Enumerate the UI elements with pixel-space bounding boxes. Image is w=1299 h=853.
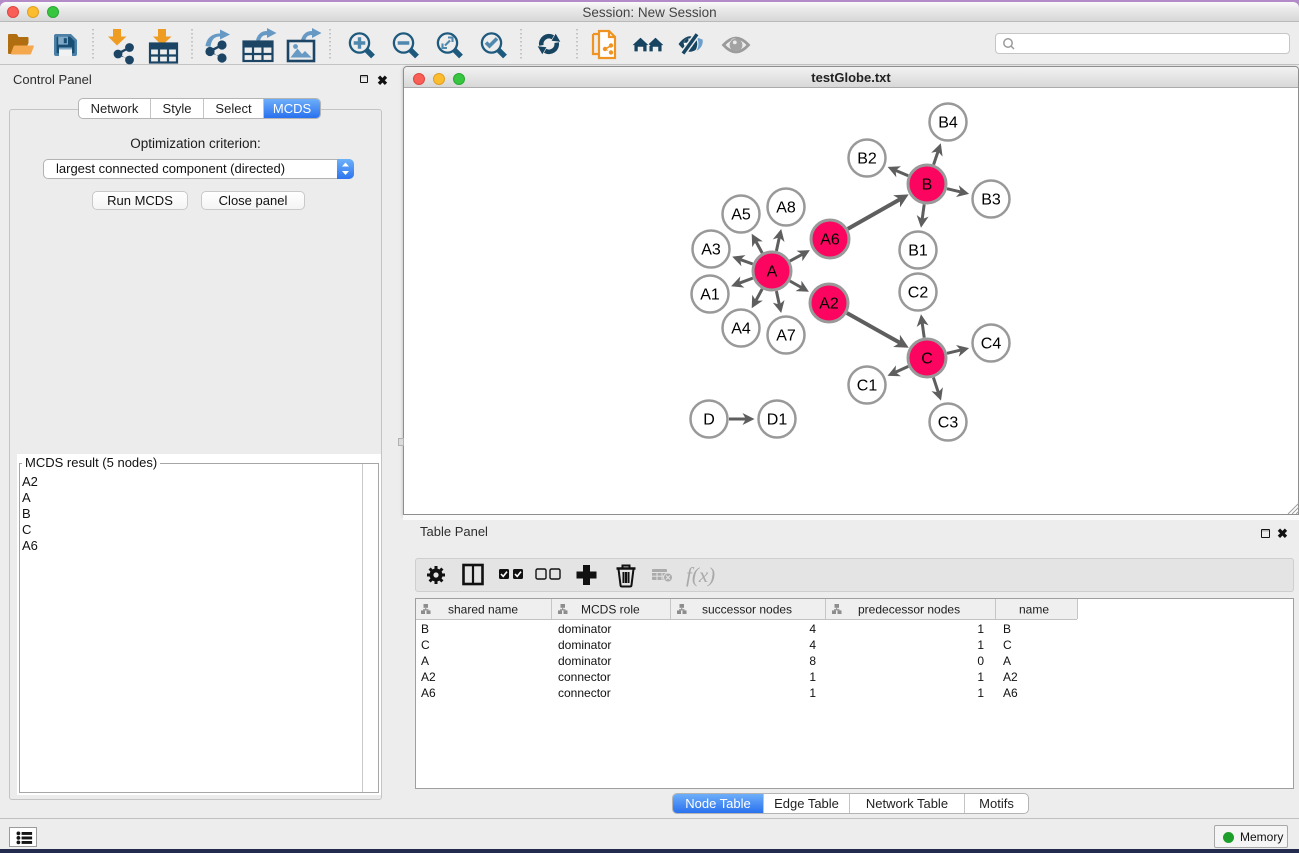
svg-text:1: 1 xyxy=(809,670,816,684)
svg-text:C1: C1 xyxy=(857,378,878,395)
svg-text:C4: C4 xyxy=(981,336,1002,353)
svg-text:1: 1 xyxy=(977,638,984,652)
svg-text:C: C xyxy=(1003,638,1012,652)
svg-text:A3: A3 xyxy=(701,242,721,259)
svg-text:dominator: dominator xyxy=(558,654,611,668)
svg-text:successor nodes: successor nodes xyxy=(702,603,792,617)
svg-text:1: 1 xyxy=(977,670,984,684)
svg-text:D: D xyxy=(703,412,715,429)
svg-text:B4: B4 xyxy=(938,115,958,132)
svg-text:B: B xyxy=(1003,622,1011,636)
svg-text:4: 4 xyxy=(809,638,816,652)
svg-text:B: B xyxy=(421,622,429,636)
svg-text:B2: B2 xyxy=(857,151,877,168)
svg-text:A4: A4 xyxy=(731,321,751,338)
svg-text:1: 1 xyxy=(809,686,816,700)
svg-text:dominator: dominator xyxy=(558,622,611,636)
svg-text:B1: B1 xyxy=(908,243,928,260)
svg-text:f(x): f(x) xyxy=(686,563,715,587)
svg-text:0: 0 xyxy=(977,654,984,668)
svg-text:A6: A6 xyxy=(820,232,840,249)
svg-text:dominator: dominator xyxy=(558,638,611,652)
svg-text:A6: A6 xyxy=(1003,686,1018,700)
svg-text:B3: B3 xyxy=(981,192,1001,209)
svg-text:A: A xyxy=(1003,654,1011,668)
svg-text:1: 1 xyxy=(977,686,984,700)
svg-text:predecessor nodes: predecessor nodes xyxy=(858,603,960,617)
svg-text:8: 8 xyxy=(809,654,816,668)
svg-text:A2: A2 xyxy=(421,670,436,684)
svg-text:MCDS role: MCDS role xyxy=(581,603,640,617)
svg-text:1: 1 xyxy=(977,622,984,636)
svg-text:4: 4 xyxy=(809,622,816,636)
svg-text:A1: A1 xyxy=(700,287,720,304)
svg-text:D1: D1 xyxy=(767,412,788,429)
svg-text:A2: A2 xyxy=(1003,670,1018,684)
svg-text:A5: A5 xyxy=(731,207,751,224)
svg-text:B: B xyxy=(922,177,933,194)
svg-text:C: C xyxy=(421,638,430,652)
svg-text:A6: A6 xyxy=(421,686,436,700)
svg-text:A: A xyxy=(421,654,429,668)
svg-text:C: C xyxy=(921,351,933,368)
svg-text:A8: A8 xyxy=(776,200,796,217)
svg-text:A: A xyxy=(767,264,778,281)
svg-text:A2: A2 xyxy=(819,296,839,313)
svg-text:shared name: shared name xyxy=(448,603,518,617)
svg-text:C2: C2 xyxy=(908,285,929,302)
svg-text:name: name xyxy=(1019,603,1049,617)
svg-text:connector: connector xyxy=(558,670,611,684)
svg-text:A7: A7 xyxy=(776,328,796,345)
svg-text:connector: connector xyxy=(558,686,611,700)
svg-text:C3: C3 xyxy=(938,415,959,432)
